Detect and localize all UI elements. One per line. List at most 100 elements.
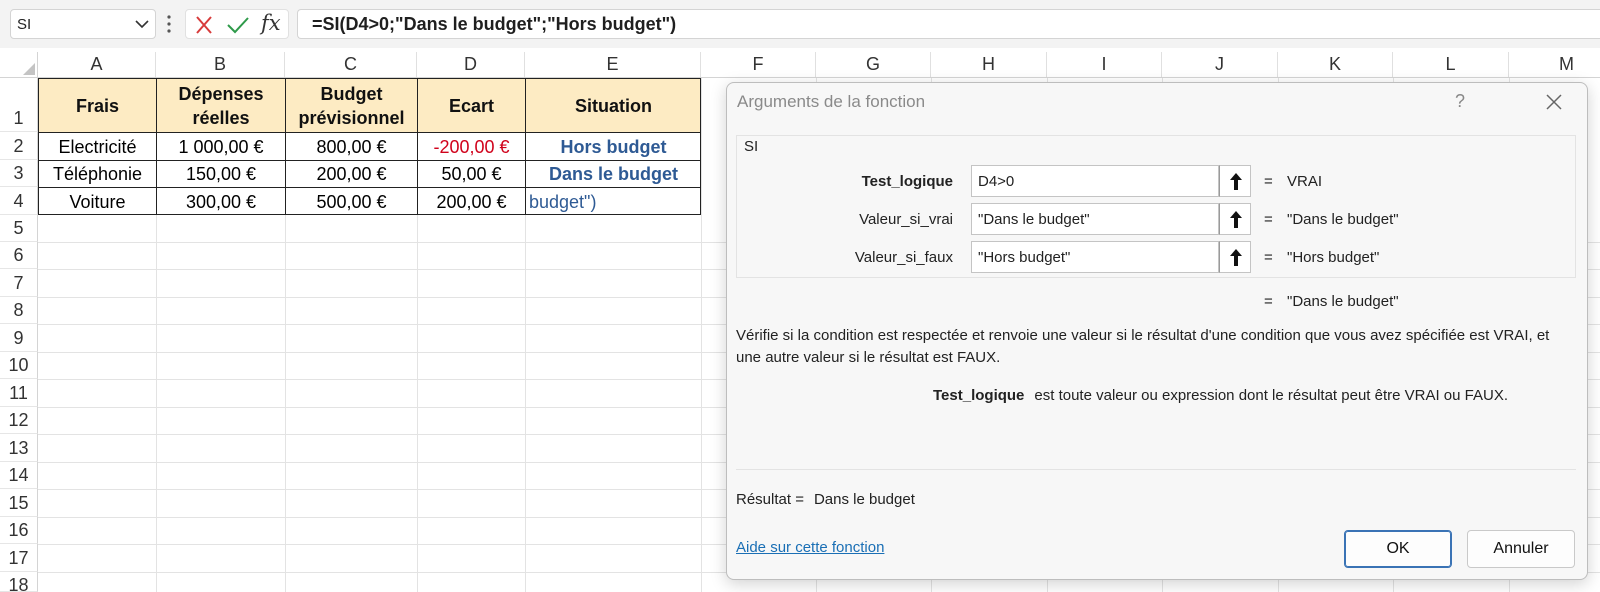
cell-budget[interactable]: 500,00 € — [286, 188, 417, 215]
row-header-18[interactable]: 18 — [0, 572, 38, 592]
column-header-i[interactable]: I — [1047, 52, 1162, 77]
select-all-corner[interactable] — [0, 52, 38, 77]
cell-frais[interactable]: Téléphonie — [39, 161, 156, 187]
row-header-11[interactable]: 11 — [0, 379, 38, 407]
row-header-10[interactable]: 10 — [0, 352, 38, 379]
argument-help: Test_logique est toute valeur ou expressi… — [933, 387, 1508, 404]
arg-result: VRAI — [1287, 173, 1323, 190]
equals-sign: = — [1264, 249, 1273, 266]
equals-sign: = — [1264, 293, 1273, 310]
test-logique-input[interactable]: D4>0 — [971, 165, 1219, 197]
cell-frais[interactable]: Electricité — [39, 133, 156, 160]
cell-budget[interactable]: 200,00 € — [286, 161, 417, 187]
formula-result: "Dans le budget" — [1287, 293, 1399, 310]
header-depenses[interactable]: Dépenses réelles — [157, 79, 285, 132]
column-header-j[interactable]: J — [1162, 52, 1278, 77]
cell-situation[interactable]: Hors budget — [526, 133, 701, 160]
function-description: Vérifie si la condition est respectée et… — [736, 325, 1566, 369]
header-ecart[interactable]: Ecart — [418, 79, 525, 132]
column-header-e[interactable]: E — [525, 52, 701, 77]
arrow-up-icon — [1230, 211, 1242, 228]
name-box[interactable]: SI — [10, 9, 156, 39]
description-line: une autre valeur si le résultat est FAUX… — [736, 349, 1001, 366]
formula-text: =SI(D4>0;"Dans le budget";"Hors budget") — [312, 14, 677, 34]
dialog-title: Arguments de la fonction — [737, 92, 926, 111]
cell-ecart[interactable]: 50,00 € — [418, 161, 525, 187]
header-depenses-line2: réelles — [192, 107, 250, 128]
row-header-3[interactable]: 3 — [0, 160, 38, 187]
valeur-si-faux-input[interactable]: "Hors budget" — [971, 241, 1219, 273]
cell-situation[interactable]: Dans le budget — [526, 161, 701, 187]
header-situation[interactable]: Situation — [526, 79, 701, 132]
row-header-9[interactable]: 9 — [0, 324, 38, 352]
divider — [736, 469, 1576, 470]
help-icon[interactable]: ? — [1455, 91, 1465, 112]
cell-depenses[interactable]: 150,00 € — [157, 161, 285, 187]
column-header-l[interactable]: L — [1393, 52, 1509, 77]
arg-label-valeur-si-faux: Valeur_si_faux — [854, 249, 953, 266]
insert-function-icon[interactable]: fx — [261, 11, 281, 35]
row-header-12[interactable]: 12 — [0, 407, 38, 434]
argument-help-name: Test_logique — [933, 387, 1025, 404]
cell-situation-editing[interactable]: budget") — [526, 188, 701, 215]
table-border — [417, 78, 418, 215]
function-name: SI — [744, 138, 759, 155]
row-header-15[interactable]: 15 — [0, 489, 38, 517]
more-options-icon[interactable] — [167, 14, 171, 34]
cancel-button[interactable]: Annuler — [1467, 530, 1575, 568]
header-divider — [0, 77, 1600, 78]
close-icon[interactable] — [194, 16, 214, 34]
row-header-7[interactable]: 7 — [0, 269, 38, 297]
column-header-h[interactable]: H — [931, 52, 1047, 77]
column-header-a[interactable]: A — [38, 52, 156, 77]
row-header-4[interactable]: 4 — [0, 187, 38, 215]
row-header-8[interactable]: 8 — [0, 297, 38, 324]
column-header-c[interactable]: C — [285, 52, 417, 77]
equals-sign: = — [1264, 211, 1273, 228]
cell-ecart[interactable]: 200,00 € — [418, 188, 525, 215]
checkmark-icon[interactable] — [226, 16, 250, 34]
header-budget-line2: prévisionnel — [298, 107, 405, 128]
arg-label-valeur-si-vrai: Valeur_si_vrai — [859, 211, 953, 228]
formula-input[interactable]: =SI(D4>0;"Dans le budget";"Hors budget") — [297, 9, 1600, 39]
argument-help-text: est toute valeur ou expression dont le r… — [1034, 387, 1509, 404]
function-help-link[interactable]: Aide sur cette fonction — [736, 539, 884, 556]
collapse-dialog-button[interactable] — [1219, 203, 1251, 235]
cell-depenses[interactable]: 1 000,00 € — [157, 133, 285, 160]
result-value: Dans le budget — [813, 491, 915, 508]
cell-frais[interactable]: Voiture — [39, 188, 156, 215]
column-header-k[interactable]: K — [1278, 52, 1393, 77]
row-header-13[interactable]: 13 — [0, 434, 38, 462]
column-header-b[interactable]: B — [156, 52, 285, 77]
column-header-d[interactable]: D — [417, 52, 525, 77]
close-icon[interactable] — [1545, 93, 1563, 111]
result-row: Résultat = Dans le budget — [736, 491, 915, 508]
collapse-dialog-button[interactable] — [1219, 165, 1251, 197]
row-header-6[interactable]: 6 — [0, 242, 38, 269]
arg-value: "Dans le budget" — [978, 211, 1090, 228]
table-border — [38, 187, 701, 188]
column-header-g[interactable]: G — [816, 52, 931, 77]
row-header-1[interactable]: 1 — [0, 78, 38, 132]
ok-button[interactable]: OK — [1344, 530, 1452, 568]
header-budget-line1: Budget — [320, 83, 383, 104]
row-header-14[interactable]: 14 — [0, 462, 38, 489]
valeur-si-vrai-input[interactable]: "Dans le budget" — [971, 203, 1219, 235]
cell-depenses[interactable]: 300,00 € — [157, 188, 285, 215]
select-all-triangle — [23, 63, 35, 75]
collapse-dialog-button[interactable] — [1219, 241, 1251, 273]
row-header-16[interactable]: 16 — [0, 517, 38, 544]
arg-value: "Hors budget" — [978, 249, 1071, 266]
column-header-m[interactable]: M — [1509, 52, 1600, 77]
row-header-17[interactable]: 17 — [0, 544, 38, 572]
table-border — [156, 78, 157, 215]
cell-budget[interactable]: 800,00 € — [286, 133, 417, 160]
cell-ecart[interactable]: -200,00 € — [418, 133, 525, 160]
header-depenses-line1: Dépenses — [178, 83, 264, 104]
chevron-down-icon[interactable] — [135, 19, 149, 29]
column-header-f[interactable]: F — [701, 52, 816, 77]
row-header-5[interactable]: 5 — [0, 215, 38, 242]
header-budget[interactable]: Budget prévisionnel — [286, 79, 417, 132]
header-frais[interactable]: Frais — [39, 79, 156, 132]
row-header-2[interactable]: 2 — [0, 132, 38, 160]
